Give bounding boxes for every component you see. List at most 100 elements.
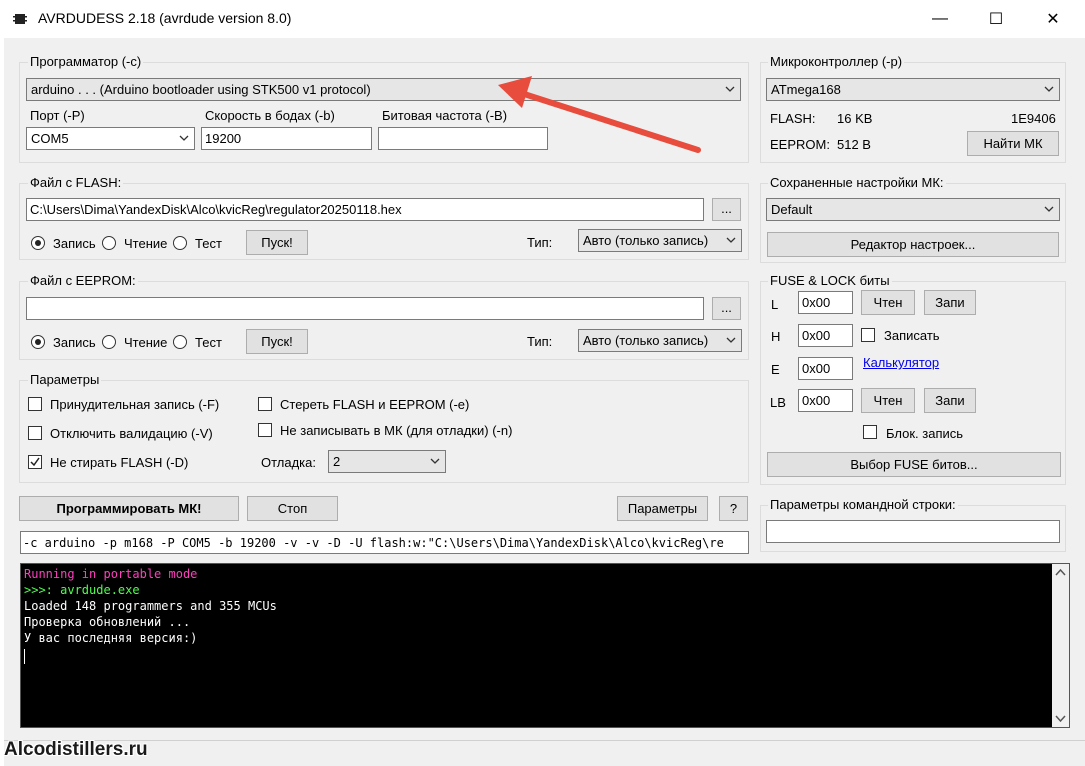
fuse-h-input[interactable]: 0x00	[798, 324, 853, 347]
status-bar	[4, 740, 1085, 766]
eeprom-type-select[interactable]: Авто (только запись)	[578, 329, 742, 352]
fuse-lb-input[interactable]: 0x00	[798, 389, 853, 412]
chevron-down-icon	[725, 86, 735, 92]
preset-editor-button[interactable]: Редактор настроек...	[767, 232, 1059, 257]
console-line: Проверка обновлений ...	[24, 615, 191, 629]
cmd-params-label: Параметры командной строки:	[768, 497, 958, 512]
flash-type-value: Авто (только запись)	[583, 233, 709, 248]
flash-write-label: Запись	[53, 236, 96, 251]
window-title: AVRDUDESS 2.18 (avrdude version 8.0)	[38, 10, 292, 26]
fuses-group-label: FUSE & LOCK биты	[768, 273, 892, 288]
chevron-down-icon	[430, 458, 440, 464]
stop-button[interactable]: Стоп	[247, 496, 338, 521]
console-scrollbar[interactable]	[1052, 564, 1069, 727]
eeprom-browse-button[interactable]: ...	[712, 297, 741, 320]
lock-read-button[interactable]: Чтен	[861, 388, 915, 413]
force-checkbox[interactable]	[28, 397, 42, 411]
eeprom-read-label: Чтение	[124, 335, 168, 350]
maximize-button[interactable]: ☐	[973, 0, 1019, 38]
mcu-select-value: ATmega168	[771, 82, 841, 97]
fuse-e-input[interactable]: 0x00	[798, 357, 853, 380]
check-icon	[30, 457, 40, 467]
debug-select-value: 2	[333, 454, 341, 469]
erase-checkbox[interactable]	[258, 397, 272, 411]
flash-path-input[interactable]: C:\Users\Dima\YandexDisk\Alco\kvicReg\re…	[26, 198, 704, 221]
find-mcu-button[interactable]: Найти МК	[967, 131, 1059, 156]
chevron-down-icon	[726, 237, 736, 243]
eeprom-write-radio[interactable]	[31, 335, 45, 349]
disable-verify-label: Отключить валидацию (-V)	[50, 426, 213, 441]
eeprom-size-label: EEPROM:	[770, 137, 830, 152]
no-write-label: Не записывать в МК (для отладки) (-n)	[280, 423, 513, 438]
annotation-arrow-icon	[498, 76, 701, 153]
force-label: Принудительная запись (-F)	[50, 397, 220, 412]
eeprom-path-input[interactable]	[26, 297, 704, 320]
parameters-button[interactable]: Параметры	[617, 496, 708, 521]
options-group-label: Параметры	[28, 372, 102, 387]
eeprom-type-value: Авто (только запись)	[583, 333, 709, 348]
console-line: У вас последняя версия:)	[24, 631, 198, 645]
no-write-checkbox[interactable]	[258, 423, 272, 437]
baud-label: Скорость в бодах (-b)	[205, 108, 335, 123]
command-preview[interactable]: -c arduino -p m168 -P COM5 -b 19200 -v -…	[20, 531, 749, 554]
fuse-write-checkbox[interactable]	[861, 328, 875, 342]
presets-group-label: Сохраненные настройки МК:	[768, 175, 946, 190]
eeprom-go-button[interactable]: Пуск!	[246, 329, 308, 354]
flash-verify-label: Тест	[195, 236, 222, 251]
flash-group-label: Файл с FLASH:	[28, 175, 124, 190]
presets-select[interactable]: Default	[766, 198, 1060, 221]
close-button[interactable]: ✕	[1030, 0, 1076, 38]
console-line: Loaded 148 programmers and 355 MCUs	[24, 599, 277, 613]
cmd-params-input[interactable]	[766, 520, 1060, 543]
no-erase-checkbox[interactable]	[28, 455, 42, 469]
chevron-down-icon	[1044, 206, 1054, 212]
help-button[interactable]: ?	[719, 496, 748, 521]
eeprom-write-label: Запись	[53, 335, 96, 350]
programmer-select-value: arduino . . . (Arduino bootloader using …	[31, 82, 371, 97]
disable-verify-checkbox[interactable]	[28, 426, 42, 440]
erase-label: Стереть FLASH и EEPROM (-e)	[280, 397, 470, 412]
debug-label: Отладка:	[261, 455, 316, 470]
fuse-write-check-label: Записать	[884, 328, 940, 343]
flash-read-radio[interactable]	[102, 236, 116, 250]
port-select-value: COM5	[31, 131, 69, 146]
title-bar: AVRDUDESS 2.18 (avrdude version 8.0) — ☐…	[0, 0, 1085, 38]
mcu-signature: 1E9406	[1011, 111, 1056, 126]
flash-browse-button[interactable]: ...	[712, 198, 741, 221]
flash-type-label: Тип:	[527, 235, 553, 250]
eeprom-read-radio[interactable]	[102, 335, 116, 349]
port-select[interactable]: COM5	[26, 127, 195, 150]
flash-size-value: 16 KB	[837, 111, 873, 126]
no-erase-label: Не стирать FLASH (-D)	[50, 455, 189, 470]
fuse-calculator-link[interactable]: Калькулятор	[863, 355, 939, 370]
fuse-l-input[interactable]: 0x00	[798, 291, 853, 314]
baud-input[interactable]: 19200	[201, 127, 372, 150]
flash-verify-radio[interactable]	[173, 236, 187, 250]
fuse-select-button[interactable]: Выбор FUSE битов...	[767, 452, 1061, 477]
program-button[interactable]: Программировать МК!	[19, 496, 239, 521]
mcu-group-label: Микроконтроллер (-p)	[768, 54, 905, 69]
eeprom-type-label: Тип:	[527, 334, 553, 349]
fuse-lb-label: LB	[770, 395, 786, 410]
debug-select[interactable]: 2	[328, 450, 446, 473]
eeprom-size-value: 512 B	[837, 137, 871, 152]
fuse-read-button[interactable]: Чтен	[861, 290, 915, 315]
flash-type-select[interactable]: Авто (только запись)	[578, 229, 742, 252]
chevron-down-icon[interactable]	[1055, 714, 1066, 723]
fuse-e-label: E	[771, 362, 780, 377]
mcu-select[interactable]: ATmega168	[766, 78, 1060, 101]
flash-read-label: Чтение	[124, 236, 168, 251]
console-line: Running in portable mode	[24, 567, 198, 581]
minimize-button[interactable]: —	[917, 0, 963, 38]
lock-write-checkbox[interactable]	[863, 425, 877, 439]
chevron-up-icon[interactable]	[1055, 568, 1066, 577]
fuse-write-button[interactable]: Запи	[924, 290, 976, 315]
flash-go-button[interactable]: Пуск!	[246, 230, 308, 255]
flash-write-radio[interactable]	[31, 236, 45, 250]
lock-write-label: Блок. запись	[886, 426, 964, 441]
flash-size-label: FLASH:	[770, 111, 816, 126]
chevron-down-icon	[179, 135, 189, 141]
eeprom-verify-radio[interactable]	[173, 335, 187, 349]
lock-write-button[interactable]: Запи	[924, 388, 976, 413]
console-output[interactable]: Running in portable mode >>>: avrdude.ex…	[20, 563, 1070, 728]
